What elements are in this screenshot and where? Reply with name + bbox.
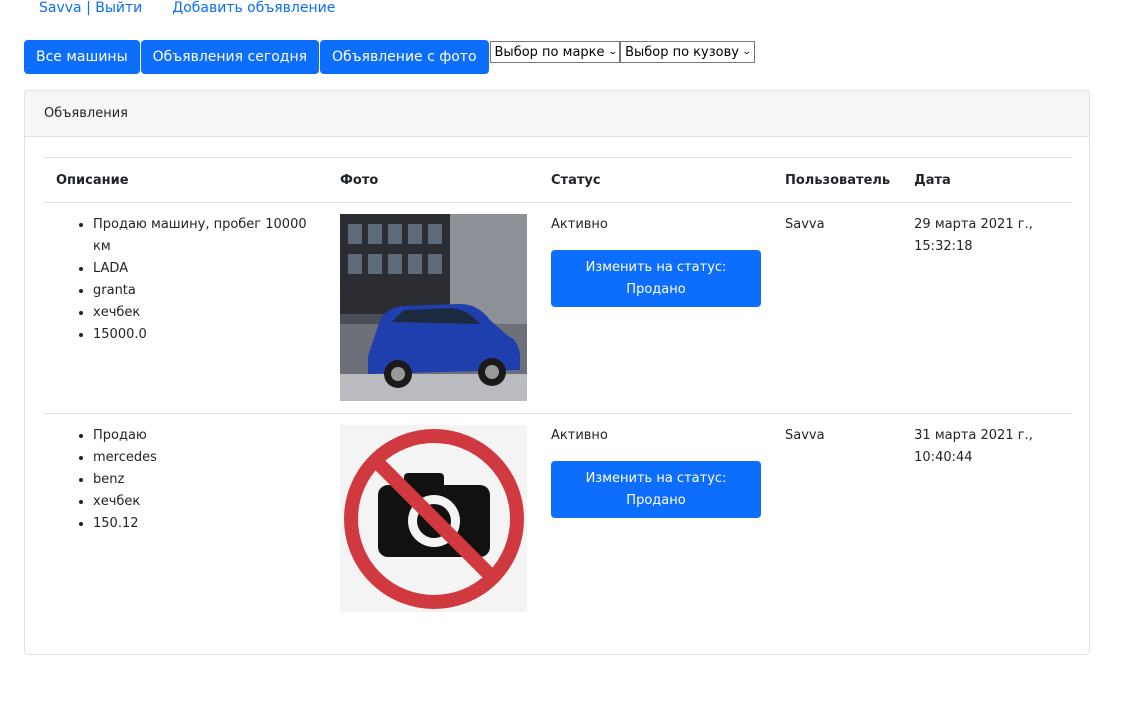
ads-table: Описание Фото Статус Пользователь Дата П… — [44, 157, 1072, 625]
table-row: Продаю mercedes benz хечбек 150.12 — [44, 414, 1072, 625]
car-photo — [340, 214, 527, 401]
list-item: benz — [93, 469, 316, 491]
col-date: Дата — [902, 157, 1072, 203]
description-cell: Продаю машину, пробег 10000 км LADA gran… — [44, 202, 328, 414]
list-item: хечбек — [93, 302, 316, 324]
photo-cell — [328, 202, 539, 414]
user-cell: Savva — [785, 428, 825, 443]
brand-select[interactable]: Выбор по марке ⌄ — [489, 41, 621, 63]
change-status-button[interactable]: Изменить на статус: Продано — [551, 461, 761, 518]
col-status: Статус — [539, 157, 773, 203]
list-item: 15000.0 — [93, 324, 316, 346]
brand-select-value: Выбор по марке — [494, 44, 605, 60]
filter-toolbar: Все машины Объявления сегодня Объявление… — [24, 40, 755, 74]
description-cell: Продаю mercedes benz хечбек 150.12 — [44, 414, 328, 625]
today-ads-button[interactable]: Объявления сегодня — [140, 40, 320, 74]
col-user: Пользователь — [773, 157, 903, 203]
col-photo: Фото — [328, 157, 539, 203]
col-description: Описание — [44, 157, 328, 203]
list-item: Продаю машину, пробег 10000 км — [93, 214, 316, 258]
date-cell: 29 марта 2021 г., 15:32:18 — [902, 202, 1072, 414]
ads-card: Объявления Описание Фото Статус Пользова… — [24, 90, 1090, 655]
photo-ads-button[interactable]: Объявление с фото — [320, 40, 489, 74]
body-select[interactable]: Выбор по кузову ⌄ — [620, 41, 755, 63]
body-select-value: Выбор по кузову — [625, 44, 739, 60]
status-cell: Активно Изменить на статус: Продано — [539, 414, 773, 625]
user-logout-link[interactable]: Savva | Выйти — [39, 0, 142, 18]
add-ad-link[interactable]: Добавить объявление — [172, 0, 335, 18]
list-item: хечбек — [93, 491, 316, 513]
description-list: Продаю mercedes benz хечбек 150.12 — [56, 425, 316, 535]
chevron-down-icon: ⌄ — [607, 47, 618, 57]
list-item: granta — [93, 280, 316, 302]
chevron-down-icon: ⌄ — [741, 47, 753, 57]
top-nav: Savva | Выйти Добавить объявление — [39, 0, 335, 18]
status-text: Активно — [551, 428, 608, 443]
photo-cell — [328, 414, 539, 625]
status-cell: Активно Изменить на статус: Продано — [539, 202, 773, 414]
table-header-row: Описание Фото Статус Пользователь Дата — [44, 157, 1072, 203]
all-cars-button[interactable]: Все машины — [24, 40, 140, 74]
user-cell: Savva — [773, 202, 903, 414]
list-item: mercedes — [93, 447, 316, 469]
list-item: 150.12 — [93, 513, 316, 535]
list-item: Продаю — [93, 425, 316, 447]
no-photo-icon — [340, 425, 527, 612]
card-header: Объявления — [25, 91, 1089, 137]
date-cell: 31 марта 2021 г., 10:40:44 — [914, 428, 1033, 465]
status-text: Активно — [551, 217, 608, 232]
change-status-button[interactable]: Изменить на статус: Продано — [551, 250, 761, 307]
table-row: Продаю машину, пробег 10000 км LADA gran… — [44, 202, 1072, 414]
list-item: LADA — [93, 258, 316, 280]
description-list: Продаю машину, пробег 10000 км LADA gran… — [56, 214, 316, 346]
